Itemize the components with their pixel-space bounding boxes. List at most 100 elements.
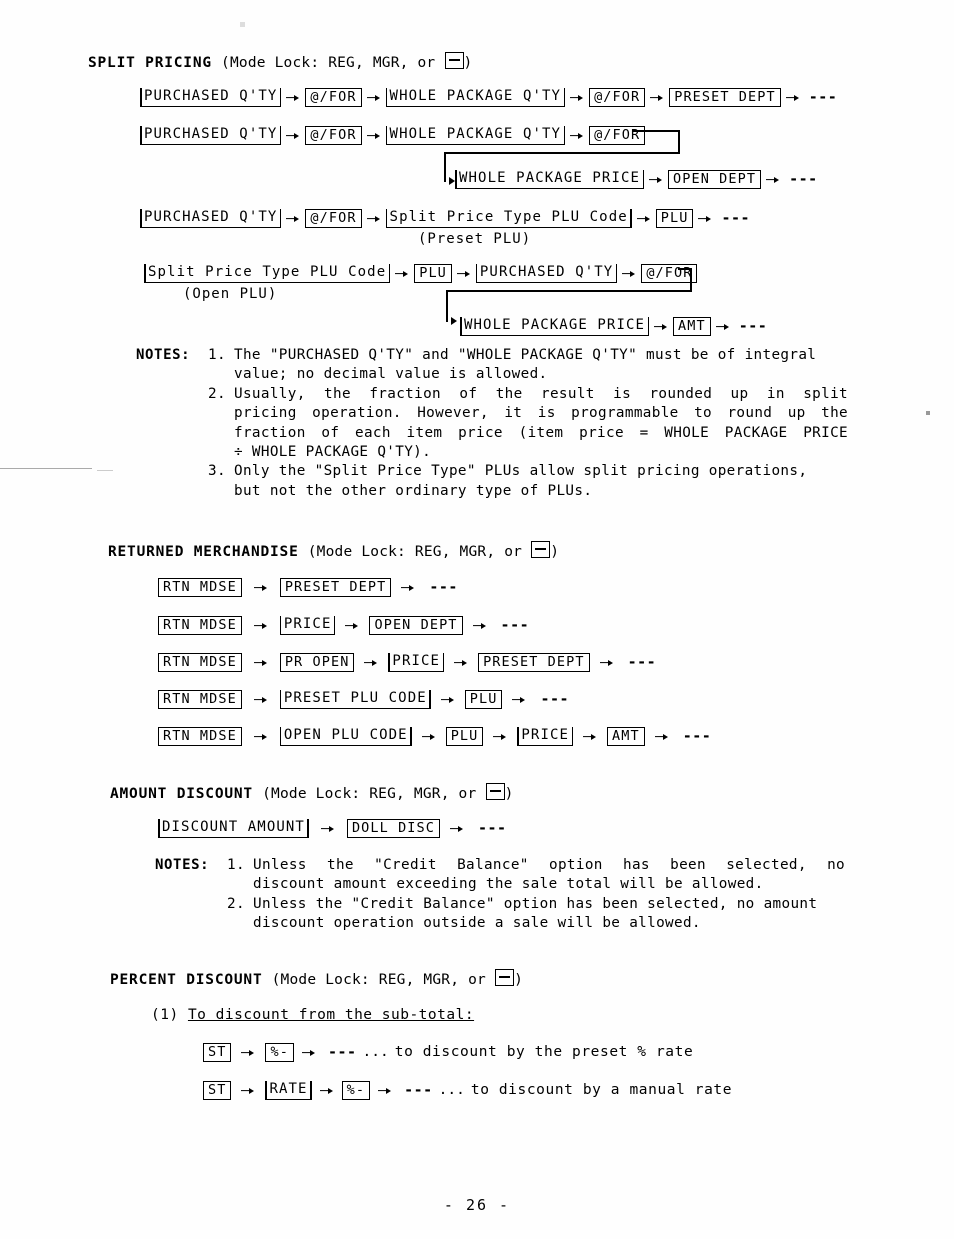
key-token[interactable]: PR OPEN xyxy=(279,653,355,672)
key-token[interactable]: %- xyxy=(341,1081,371,1100)
key-token[interactable]: @/FOR xyxy=(305,209,362,228)
ellipsis: ... xyxy=(362,1044,389,1061)
key-token[interactable]: @/FOR xyxy=(589,88,646,107)
subheading-text: To discount from the sub-total: xyxy=(187,1007,475,1023)
key-token[interactable]: AMT xyxy=(607,727,645,746)
key-token[interactable]: @/FOR xyxy=(305,88,362,107)
entry-token[interactable]: PURCHASED Q'TY xyxy=(140,125,282,145)
key-token[interactable]: RTN MDSE xyxy=(158,690,242,709)
key-token[interactable]: RTN MDSE xyxy=(158,653,242,672)
key-token[interactable]: ST xyxy=(203,1043,232,1062)
section-mode-lock: (Mode Lock: REG, MGR, or xyxy=(271,972,486,988)
note-line: Only the "Split Price Type" PLUs allow s… xyxy=(234,463,808,480)
scan-artifact xyxy=(240,22,245,27)
continuation-dashes: --- xyxy=(738,317,768,335)
key-token[interactable]: PLU xyxy=(445,727,484,746)
key-token[interactable]: ST xyxy=(203,1081,232,1100)
flow-row: RTN MDSE PRICE OPEN DEPT --- xyxy=(158,615,529,635)
continuation-dashes: --- xyxy=(627,653,657,671)
flow-row: PURCHASED Q'TY @/FOR WHOLE PACKAGE Q'TY … xyxy=(140,125,646,145)
note-number: 2. xyxy=(227,895,245,912)
continuation-dashes: --- xyxy=(404,1081,433,1099)
note-number: 1. xyxy=(208,347,226,363)
entry-token[interactable]: PRICE xyxy=(388,652,445,672)
section-title: AMOUNT DISCOUNT xyxy=(110,786,253,802)
key-token[interactable]: AMT xyxy=(673,317,711,336)
key-token[interactable]: RTN MDSE xyxy=(158,727,242,746)
mode-paren-close: ) xyxy=(550,544,560,560)
key-token[interactable]: OPEN DEPT xyxy=(668,170,762,189)
scan-artifact xyxy=(926,411,930,415)
key-token[interactable]: PRESET DEPT xyxy=(279,578,392,597)
note-number: 2. xyxy=(208,385,226,402)
mode-paren-close: ) xyxy=(463,55,473,71)
note-item: 2. Unless the "Credit Balance" option ha… xyxy=(227,895,845,934)
continuation-dashes: --- xyxy=(478,819,507,837)
mode-lock-minus-key-icon xyxy=(495,969,515,986)
note-line: but not the other ordinary type of PLUs. xyxy=(234,482,593,499)
key-token[interactable]: @/FOR xyxy=(305,126,362,145)
flow-row: DISCOUNT AMOUNT DOLL DISC --- xyxy=(158,818,507,838)
flow-row: WHOLE PACKAGE PRICE OPEN DEPT --- xyxy=(455,169,818,189)
key-token[interactable]: PLU xyxy=(655,209,694,228)
key-token[interactable]: RTN MDSE xyxy=(158,578,242,597)
entry-token[interactable]: WHOLE PACKAGE PRICE xyxy=(455,169,645,189)
flow-row: RTN MDSE PR OPEN PRICE PRESET DEPT --- xyxy=(158,652,657,672)
entry-token[interactable]: PRICE xyxy=(279,615,336,635)
mode-lock-minus-key-icon xyxy=(485,783,505,800)
note-number: 1. xyxy=(227,857,245,873)
key-token[interactable]: PRESET DEPT xyxy=(669,88,781,107)
notes-block: NOTES: 1. The "PURCHASED Q'TY" and "WHOL… xyxy=(136,346,848,501)
note-body: Only the "Split Price Type" PLUs allow s… xyxy=(234,462,848,501)
flow-row: RTN MDSE PRESET PLU CODE PLU --- xyxy=(158,689,569,709)
key-token[interactable]: DOLL DISC xyxy=(346,819,440,838)
key-token[interactable]: %- xyxy=(265,1043,294,1062)
key-token[interactable]: PRESET DEPT xyxy=(478,653,590,672)
section-heading-percent-discount: PERCENT DISCOUNT (Mode Lock: REG, MGR, o… xyxy=(110,969,523,988)
entry-token[interactable]: WHOLE PACKAGE Q'TY xyxy=(385,87,566,107)
mode-paren-close: ) xyxy=(514,972,524,988)
mode-lock-minus-key-icon xyxy=(531,541,551,558)
flow-description: to discount by a manual rate xyxy=(470,1082,733,1099)
mode-lock-minus-key-icon xyxy=(444,52,464,69)
note-body: Unless the "Credit Balance" option has b… xyxy=(253,856,845,895)
flow-row: Split Price Type PLU Code PLU PURCHASED … xyxy=(144,263,698,283)
flow-row: PURCHASED Q'TY @/FOR Split Price Type PL… xyxy=(140,208,750,228)
subheading-row: (1) To discount from the sub-total: xyxy=(151,1007,474,1023)
entry-token[interactable]: WHOLE PACKAGE PRICE xyxy=(460,316,650,336)
note-number: 3. xyxy=(208,463,226,480)
key-token[interactable]: RTN MDSE xyxy=(158,616,242,635)
note-body: Unless the "Credit Balance" option has b… xyxy=(253,895,845,934)
flow-sublabel: (Preset PLU) xyxy=(418,231,532,247)
entry-token[interactable]: PRICE xyxy=(517,726,574,746)
key-token[interactable]: PLU xyxy=(414,264,452,283)
scan-artifact xyxy=(0,468,92,469)
entry-token[interactable]: PURCHASED Q'TY xyxy=(475,263,618,283)
section-mode-lock: (Mode Lock: REG, MGR, or xyxy=(262,786,477,802)
key-token[interactable]: PLU xyxy=(464,690,503,709)
note-line: value; no decimal value is allowed. xyxy=(234,366,548,383)
note-line: Usually, the fraction of the result is r… xyxy=(234,385,848,402)
notes-block: NOTES: 1. Unless the "Credit Balance" op… xyxy=(155,856,845,934)
entry-token[interactable]: Split Price Type PLU Code xyxy=(385,208,632,228)
entry-token[interactable]: WHOLE PACKAGE Q'TY xyxy=(385,125,566,145)
entry-token[interactable]: PURCHASED Q'TY xyxy=(140,208,282,228)
key-token[interactable]: OPEN DEPT xyxy=(369,616,463,635)
entry-token[interactable]: PURCHASED Q'TY xyxy=(140,87,282,107)
section-heading-split-pricing: SPLIT PRICING (Mode Lock: REG, MGR, or ) xyxy=(88,52,472,71)
entry-token[interactable]: DISCOUNT AMOUNT xyxy=(158,818,309,838)
entry-token[interactable]: RATE xyxy=(265,1080,312,1100)
flow-row: WHOLE PACKAGE PRICE AMT --- xyxy=(460,316,768,336)
document-page: SPLIT PRICING (Mode Lock: REG, MGR, or )… xyxy=(0,0,954,1239)
page-number: - 26 - xyxy=(443,1196,511,1214)
flow-row: RTN MDSE OPEN PLU CODE PLU PRICE AMT --- xyxy=(158,726,711,746)
section-title: SPLIT PRICING xyxy=(88,55,212,71)
entry-token[interactable]: Split Price Type PLU Code xyxy=(144,263,391,283)
note-line: Unless the "Credit Balance" option has b… xyxy=(253,895,818,912)
note-line: discount operation outside a sale will b… xyxy=(253,915,701,932)
flow-description: to discount by the preset % rate xyxy=(394,1044,694,1061)
entry-token[interactable]: OPEN PLU CODE xyxy=(279,726,412,746)
section-heading-amount-discount: AMOUNT DISCOUNT (Mode Lock: REG, MGR, or… xyxy=(110,783,514,802)
note-line: discount amount exceeding the sale total… xyxy=(253,876,764,893)
entry-token[interactable]: PRESET PLU CODE xyxy=(279,689,431,709)
